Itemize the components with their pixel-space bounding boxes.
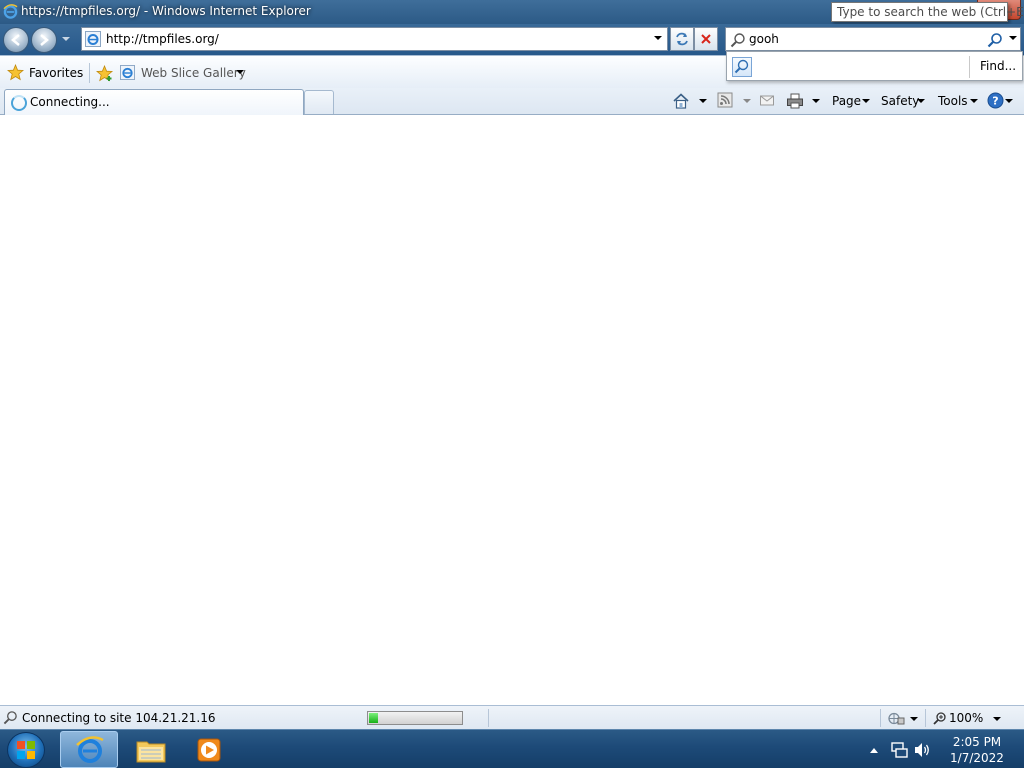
progress-fill <box>369 713 378 723</box>
read-mail-button[interactable] <box>759 92 777 110</box>
start-button[interactable] <box>7 732 45 768</box>
help-button[interactable]: ? <box>987 92 1015 110</box>
tools-menu-label: Tools <box>938 94 968 108</box>
search-go-icon[interactable] <box>987 32 1003 48</box>
safety-menu-dropdown-icon <box>917 99 925 103</box>
find-on-page-link[interactable]: Find... <box>980 59 1016 73</box>
tools-menu-button[interactable]: Tools <box>938 92 980 110</box>
web-slice-ie-icon <box>120 65 135 80</box>
tools-menu-dropdown-icon <box>970 99 978 103</box>
home-button[interactable] <box>672 92 690 110</box>
search-provider-button[interactable] <box>732 57 752 77</box>
new-tab-button[interactable] <box>304 90 334 114</box>
taskbar: 2:05 PM 1/7/2022 <box>0 729 1024 768</box>
recent-pages-dropdown-icon[interactable] <box>62 35 70 43</box>
print-button[interactable] <box>786 92 806 110</box>
mail-icon <box>760 95 774 106</box>
stop-button[interactable] <box>694 27 718 51</box>
home-icon <box>673 93 689 109</box>
clock-date: 1/7/2022 <box>950 751 1004 765</box>
web-slice-gallery-link[interactable]: Web Slice Gallery <box>120 64 246 82</box>
zoom-level: 100% <box>949 711 984 725</box>
forward-button[interactable] <box>31 27 57 53</box>
network-icon[interactable] <box>890 741 908 759</box>
back-arrow-icon <box>11 34 20 46</box>
favorites-label: Favorites <box>29 66 84 80</box>
search-suggestions-dropdown: Find... <box>726 51 1023 81</box>
add-to-favorites-bar-icon[interactable] <box>96 65 115 82</box>
rss-feed-icon <box>717 92 733 108</box>
zoom-icon <box>933 712 946 725</box>
search-options-dropdown-icon[interactable] <box>1009 36 1017 40</box>
refresh-icon <box>676 32 688 46</box>
taskbar-windows-explorer[interactable] <box>122 731 180 768</box>
loading-spinner-icon <box>11 95 27 111</box>
home-dropdown-icon[interactable] <box>699 99 707 103</box>
favorites-divider <box>89 63 90 83</box>
page-menu-label: Page <box>832 94 862 108</box>
svg-text:?: ? <box>992 95 998 108</box>
suggest-divider <box>969 56 970 78</box>
status-divider <box>880 709 881 727</box>
forward-arrow-icon <box>40 34 49 46</box>
page-menu-button[interactable]: Page <box>832 92 872 110</box>
search-box[interactable] <box>725 27 1021 51</box>
internet-explorer-icon <box>76 736 104 763</box>
page-favicon-icon <box>85 31 101 47</box>
status-divider <box>925 709 926 727</box>
status-divider <box>488 709 489 727</box>
media-player-icon <box>197 738 221 762</box>
feeds-button[interactable] <box>717 92 735 110</box>
search-icon <box>730 33 745 48</box>
tab-title: Connecting... <box>30 95 110 109</box>
printer-icon <box>787 93 803 109</box>
tab-current[interactable]: Connecting... <box>4 89 304 115</box>
taskbar-clock[interactable]: 2:05 PM 1/7/2022 <box>936 734 1018 766</box>
refresh-button[interactable] <box>670 27 694 51</box>
show-hidden-icons-arrow-icon[interactable] <box>870 747 878 753</box>
web-slice-label: Web Slice Gallery <box>141 66 246 80</box>
internet-explorer-icon <box>3 4 18 19</box>
zoom-dropdown-icon[interactable] <box>993 717 1001 721</box>
status-search-icon <box>3 711 17 725</box>
help-icon: ? <box>987 92 1004 109</box>
taskbar-media-player[interactable] <box>180 731 238 768</box>
address-bar[interactable]: http://tmpfiles.org/ <box>81 27 668 51</box>
loading-progress-bar <box>367 711 463 725</box>
command-bar: Connecting... Page Safety Tools ? <box>0 88 1024 115</box>
page-menu-dropdown-icon <box>862 99 870 103</box>
web-slice-dropdown-icon[interactable] <box>236 70 244 74</box>
search-tooltip: Type to search the web (Ctrl+E) <box>831 2 1024 22</box>
stop-x-icon <box>701 34 711 44</box>
safety-menu-label: Safety <box>881 94 920 108</box>
safety-menu-button[interactable]: Safety <box>881 92 927 110</box>
search-input[interactable] <box>749 30 979 48</box>
print-dropdown-icon[interactable] <box>812 99 820 103</box>
status-text: Connecting to site 104.21.21.16 <box>22 711 216 725</box>
help-dropdown-icon <box>1005 99 1013 103</box>
windows-logo-icon <box>17 741 35 759</box>
security-zone-dropdown-icon[interactable] <box>910 717 918 721</box>
favorites-star-icon <box>7 64 24 81</box>
search-provider-icon <box>734 59 749 74</box>
feeds-dropdown-icon[interactable] <box>743 99 751 103</box>
window-title: https://tmpfiles.org/ - Windows Internet… <box>21 4 311 18</box>
clock-time: 2:05 PM <box>952 735 1002 749</box>
security-zone-icon[interactable] <box>888 711 906 726</box>
page-content <box>0 116 1024 705</box>
taskbar-internet-explorer[interactable] <box>60 731 118 768</box>
status-bar: Connecting to site 104.21.21.16 100% <box>0 705 1024 729</box>
back-button[interactable] <box>3 27 29 53</box>
address-url: http://tmpfiles.org/ <box>106 32 219 46</box>
address-dropdown-icon[interactable] <box>654 36 662 40</box>
volume-icon[interactable] <box>913 741 931 759</box>
folder-icon <box>136 741 166 763</box>
